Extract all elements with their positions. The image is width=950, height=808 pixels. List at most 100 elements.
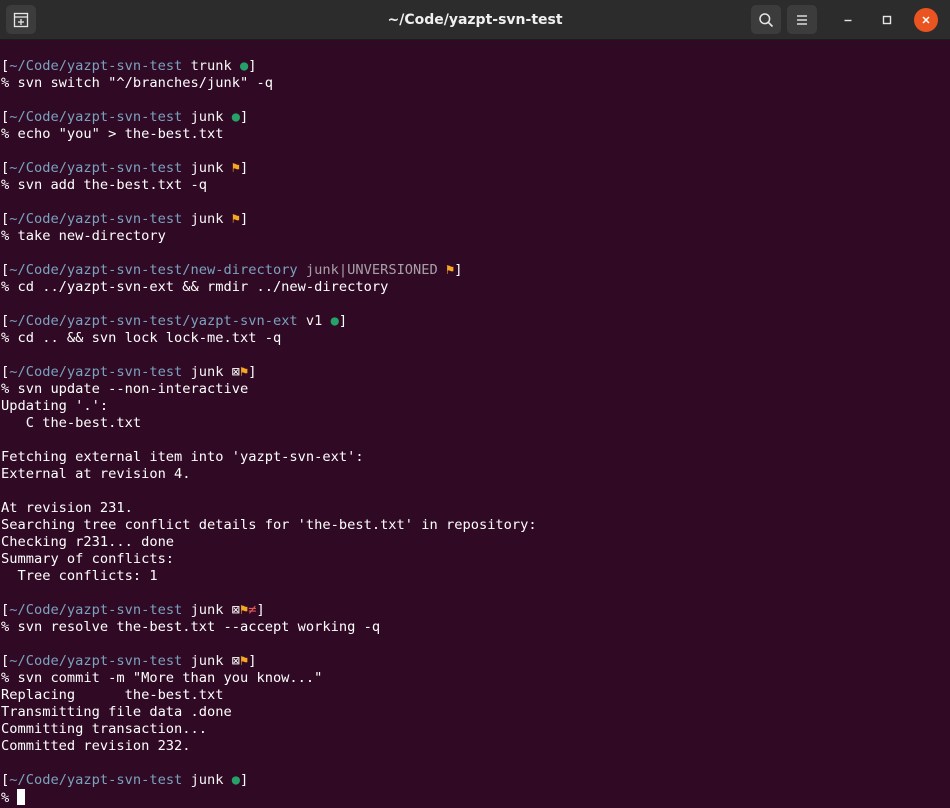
prompt-bracket-close: ] <box>248 364 257 380</box>
prompt-status-symbol: ⊠ <box>231 364 241 380</box>
prompt-status: ⊠⚑≠ <box>232 602 257 618</box>
command-text: % <box>1 790 18 806</box>
prompt-path: ~/Code/yazpt-svn-test <box>9 602 183 618</box>
output-line: Tree conflicts: 1 <box>1 568 158 584</box>
command-text: % svn commit -m "More than you know..." <box>1 670 323 686</box>
maximize-icon <box>882 15 892 25</box>
prompt-status-symbol: ⊠ <box>231 653 241 669</box>
text-cursor <box>17 789 26 805</box>
close-button[interactable] <box>914 8 938 32</box>
prompt-status: ⊠⚑ <box>232 364 249 380</box>
prompt-branch: junk <box>190 653 224 669</box>
minimize-icon <box>844 19 852 22</box>
output-line: Committing transaction... <box>1 721 208 737</box>
prompt-branch: trunk <box>190 58 232 74</box>
prompt-line: [~/Code/yazpt-svn-test/yazpt-svn-ext v1 … <box>1 313 941 330</box>
output-line: Transmitting file data .done <box>1 704 232 720</box>
prompt-line: [~/Code/yazpt-svn-test junk ⊠⚑] <box>1 364 941 381</box>
output-line: At revision 231. <box>1 500 133 516</box>
command-text: % take new-directory <box>1 228 166 244</box>
scrollbar[interactable] <box>943 40 949 808</box>
new-tab-button[interactable] <box>6 5 36 34</box>
output-line: Updating '.': <box>1 398 109 414</box>
prompt-line: [~/Code/yazpt-svn-test junk ●] <box>1 772 941 789</box>
prompt-status-symbol: ● <box>330 313 339 329</box>
prompt-bracket-close: ] <box>338 313 348 329</box>
prompt-branch: junk <box>190 772 224 788</box>
prompt-bracket-open: [ <box>1 653 10 669</box>
prompt-status: ⊠⚑ <box>232 653 249 669</box>
prompt-path: ~/Code/yazpt-svn-test <box>9 364 183 380</box>
command-line: % cd ../yazpt-svn-ext && rmdir ../new-di… <box>1 279 941 296</box>
prompt-bracket-open: [ <box>1 262 10 278</box>
prompt-bracket-close: ] <box>240 772 249 788</box>
prompt-path: ~/Code/yazpt-svn-test/new-directory <box>9 262 298 278</box>
command-line: % svn update --non-interactive <box>1 381 941 398</box>
hamburger-menu-icon <box>797 14 807 25</box>
prompt-path: ~/Code/yazpt-svn-test <box>9 160 183 176</box>
prompt-status: ● <box>232 772 240 788</box>
prompt-line: [~/Code/yazpt-svn-test junk ⊠⚑≠] <box>1 602 941 619</box>
terminal-window: ~/Code/yazpt-svn-test [~/Code/yazpt-svn-… <box>0 0 950 808</box>
prompt-line: [~/Code/yazpt-svn-test trunk ●] <box>1 58 941 75</box>
prompt-branch: junk <box>190 109 224 125</box>
prompt-status: ⚑ <box>232 211 240 227</box>
prompt-path: ~/Code/yazpt-svn-test <box>9 772 183 788</box>
search-button[interactable] <box>751 5 781 34</box>
prompt-bracket-open: [ <box>1 313 10 329</box>
prompt-line: [~/Code/yazpt-svn-test junk ⚑] <box>1 160 941 177</box>
prompt-bracket-open: [ <box>1 772 10 788</box>
prompt-bracket-open: [ <box>1 602 10 618</box>
command-text: % cd ../yazpt-svn-ext && rmdir ../new-di… <box>1 279 389 295</box>
output-line: Summary of conflicts: <box>1 551 175 567</box>
minimize-button[interactable] <box>836 8 860 32</box>
prompt-bracket-close: ] <box>454 262 463 278</box>
prompt-status-symbol: ⚑ <box>231 211 241 227</box>
prompt-line: [~/Code/yazpt-svn-test junk ⚑] <box>1 211 941 228</box>
prompt-path: ~/Code/yazpt-svn-test <box>9 58 183 74</box>
prompt-bracket-open: [ <box>1 58 10 74</box>
prompt-bracket-close: ] <box>240 160 249 176</box>
command-line: % take new-directory <box>1 228 941 245</box>
command-text: % svn switch "^/branches/junk" -q <box>1 75 273 91</box>
command-text: % svn resolve the-best.txt --accept work… <box>1 619 381 635</box>
command-text: % echo "you" > the-best.txt <box>1 126 224 142</box>
command-line: % cd .. && svn lock lock-me.txt -q <box>1 330 941 347</box>
terminal-output[interactable]: [~/Code/yazpt-svn-test trunk ●]% svn swi… <box>1 58 941 806</box>
prompt-bracket-open: [ <box>1 109 10 125</box>
prompt-bracket-open: [ <box>1 211 10 227</box>
prompt-branch: junk <box>190 160 224 176</box>
prompt-path: ~/Code/yazpt-svn-test <box>9 211 183 227</box>
prompt-status-symbol: ⊠ <box>231 602 241 618</box>
title-bar[interactable]: ~/Code/yazpt-svn-test <box>0 0 950 40</box>
command-line: % echo "you" > the-best.txt <box>1 126 941 143</box>
prompt-bracket-open: [ <box>1 364 10 380</box>
output-line: Fetching external item into 'yazpt-svn-e… <box>1 449 364 465</box>
prompt-line: [~/Code/yazpt-svn-test junk ⊠⚑] <box>1 653 941 670</box>
prompt-bracket-close: ] <box>256 602 265 618</box>
prompt-bracket-close: ] <box>248 58 257 74</box>
command-text: % svn add the-best.txt -q <box>1 177 208 193</box>
prompt-branch: junk <box>190 211 224 227</box>
output-line: Replacing the-best.txt <box>1 687 224 703</box>
prompt-status-symbol: ● <box>231 772 241 788</box>
command-line: % svn switch "^/branches/junk" -q <box>1 75 941 92</box>
prompt-path: ~/Code/yazpt-svn-test/yazpt-svn-ext <box>9 313 298 329</box>
maximize-button[interactable] <box>875 8 899 32</box>
command-line: % <box>1 789 941 806</box>
output-line: C the-best.txt <box>1 415 142 431</box>
prompt-line: [~/Code/yazpt-svn-test junk ●] <box>1 109 941 126</box>
output-line: Searching tree conflict details for 'the… <box>1 517 537 533</box>
close-icon <box>922 16 930 24</box>
prompt-bracket-close: ] <box>240 109 249 125</box>
menu-button[interactable] <box>787 5 817 34</box>
